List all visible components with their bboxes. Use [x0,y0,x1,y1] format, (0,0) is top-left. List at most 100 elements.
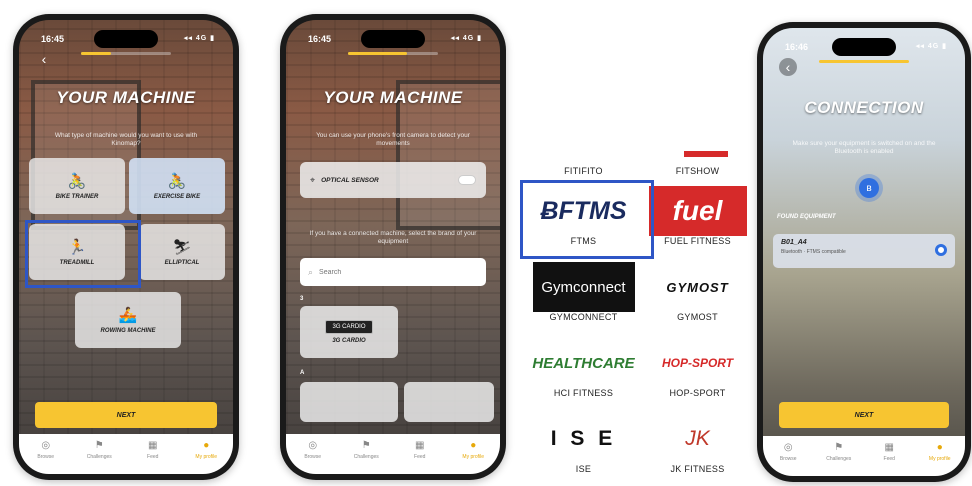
ise-logo: I S E [535,414,633,464]
tab-my-profile[interactable]: ● My profile [918,442,962,462]
gymost-logo-text: GYMOST [666,279,729,295]
next-button[interactable]: NEXT [779,402,949,428]
tab-bar: ◎ Browse ⚑ Challenges ▦ Feed ● My profile [286,434,500,474]
optical-sensor-toggle[interactable] [458,175,476,185]
tab-challenges[interactable]: ⚑ Challenges [77,440,121,460]
jk-logo-text: JK [685,427,710,450]
phone-machine-select: 16:45 ◂◂ 4G ▮ ‹ YOUR MACHINE What type o… [13,14,239,480]
machine-tile-elliptical[interactable]: ⛷ ELLIPTICAL [139,224,225,280]
page-subtitle: Make sure your equipment is switched on … [792,140,936,155]
brand-cell-hop-sport[interactable]: HOP-SPORT HOP-SPORT [641,338,753,398]
status-bar: 16:45 ◂◂ 4G ▮ [41,34,215,44]
step-progress [348,52,438,55]
ise-logo-text: I S E [550,427,617,450]
brand-cell-gymconnect[interactable]: Gymconnect GYMCONNECT [527,262,640,322]
tab-label: My profile [195,454,218,460]
brand-cell-fitshow[interactable]: FITSHOW [641,166,753,176]
brand-cell-gymost[interactable]: GYMOST GYMOST [641,262,753,323]
status-time: 16:45 [41,34,65,44]
page-subtitle: You can use your phone's front camera to… [316,132,470,147]
profile-icon: ● [936,442,943,453]
brand-label: FUEL FITNESS [664,236,731,246]
tab-feed[interactable]: ▦ Feed [398,440,442,460]
tab-feed[interactable]: ▦ Feed [131,440,175,460]
tab-label: Browse [37,454,55,460]
device-radio-selected[interactable] [935,244,947,256]
device-row-b01-a4[interactable]: B01_A4 Bluetooth · FTMS compatible [773,234,955,268]
brand-cell-jk-fitness[interactable]: JK JK FITNESS [641,414,753,474]
phone-brand-select: 16:45 ◂◂ 4G ▮ YOUR MACHINE You can use y… [280,14,506,480]
flag-icon: ⚑ [361,440,371,451]
healthcare-logo: HEALTHCARE [532,338,635,388]
brand-card-3g-cardio[interactable]: 3G CARDIO 3G CARDIO [300,306,398,358]
back-button[interactable]: ‹ [35,50,53,68]
section-letter: A [300,370,305,376]
gymconnect-logo: Gymconnect [532,262,635,312]
status-bar: 16:46 ◂◂ 4G ▮ [785,42,947,52]
brand-cell-fitifito[interactable]: FITIFITO [527,166,640,176]
machine-label: BIKE TRAINER [55,194,99,200]
status-time: 16:46 [785,42,809,52]
bluetooth-icon: ʙ [859,178,879,198]
phone-screen: 16:46 ◂◂ 4G ▮ ‹ CONNECTION Make sure you… [763,28,965,476]
tab-browse[interactable]: ◎ Browse [24,440,68,460]
optical-sensor-row[interactable]: ⌖ OPTICAL SENSOR [300,162,486,198]
browse-icon: ◎ [308,440,318,451]
gymconnect-logo-text: Gymconnect [532,262,635,312]
tab-label: Challenges [353,454,379,460]
page-title: CONNECTION [804,98,924,117]
brand-label: ISE [575,464,592,474]
tab-browse[interactable]: ◎ Browse [766,442,810,462]
page-title: YOUR MACHINE [56,88,196,107]
fuel-logo: fuel [648,186,747,236]
device-name: B01_A4 [781,239,807,246]
page-subtitle: What type of machine would you want to u… [54,132,198,147]
brand-cell-ise[interactable]: I S E ISE [527,414,640,474]
elliptical-icon: ⛷ [172,239,192,256]
phone-connection: 16:46 ◂◂ 4G ▮ ‹ CONNECTION Make sure you… [757,22,971,482]
healthcare-logo-text: HEALTHCARE [532,354,635,372]
profile-icon: ● [203,440,210,451]
step-progress-fill [348,52,408,55]
step-progress [819,60,909,63]
tab-bar: ◎ Browse ⚑ Challenges ▦ Feed ● My profile [19,434,233,474]
machine-tile-exercise-bike[interactable]: 🚴 EXERCISE BIKE [129,158,225,214]
hop-sport-logo-text: HOP-SPORT [661,356,734,370]
brand-card[interactable] [300,382,398,422]
tab-browse[interactable]: ◎ Browse [291,440,335,460]
machine-tile-bike-trainer[interactable]: 🚴 BIKE TRAINER [29,158,125,214]
machine-label: EXERCISE BIKE [153,194,201,200]
search-input[interactable] [319,268,478,276]
tab-challenges[interactable]: ⚑ Challenges [817,442,861,462]
brand-label: HCI FITNESS [553,388,614,398]
brand-cell-hci-fitness[interactable]: HEALTHCARE HCI FITNESS [527,338,640,399]
brand-card[interactable] [404,382,494,422]
back-button[interactable]: ‹ [779,58,797,76]
tab-label: Browse [779,456,797,462]
step-progress-fill [81,52,111,55]
brand-label: GYMOST [677,312,718,322]
next-button[interactable]: NEXT [35,402,217,428]
search-icon: ⌕ [308,266,314,277]
tab-bar: ◎ Browse ⚑ Challenges ▦ Feed ● My profile [763,436,965,476]
section-letter: 3 [300,296,304,302]
tab-feed[interactable]: ▦ Feed [867,442,911,462]
tab-my-profile[interactable]: ● My profile [184,440,228,460]
step-progress [81,52,171,55]
flag-icon: ⚑ [834,442,844,453]
tab-label: Feed [147,454,159,460]
hop-sport-logo: HOP-SPORT [649,338,747,388]
tab-challenges[interactable]: ⚑ Challenges [344,440,388,460]
feed-icon: ▦ [884,442,894,453]
brand-label: FITIFITO [564,166,603,176]
page-title: YOUR MACHINE [323,88,463,107]
brand-cell-fuel-fitness[interactable]: fuel FUEL FITNESS [641,186,753,246]
brand-label: GYMCONNECT [549,312,618,322]
tab-my-profile[interactable]: ● My profile [451,440,495,460]
tab-label: Feed [883,456,895,462]
machine-tile-rowing-machine[interactable]: 🚣 ROWING MACHINE [75,292,181,348]
tab-label: Challenges [86,454,112,460]
search-field[interactable]: ⌕ [300,258,486,286]
tab-label: My profile [462,454,485,460]
jk-logo: JK [649,414,747,464]
